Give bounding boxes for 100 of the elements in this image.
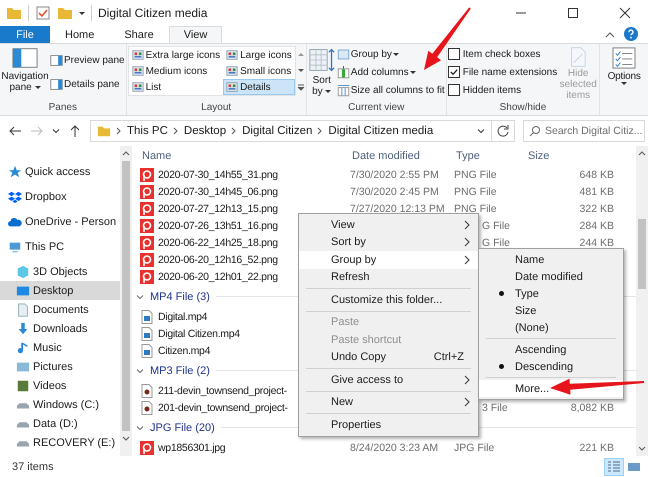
- details-pane-button[interactable]: Details pane: [50, 76, 120, 92]
- nav-item[interactable]: Pictures: [0, 357, 120, 376]
- details-view-button[interactable]: [604, 458, 624, 476]
- menu-item[interactable]: Customize this folder...: [299, 291, 478, 308]
- file-name[interactable]: 2020-07-30_14h55_31.png: [158, 168, 278, 180]
- sort-by-button[interactable]: Sort by: [308, 46, 336, 101]
- group-header[interactable]: MP3 File (2): [150, 364, 210, 376]
- checkbox[interactable]: [448, 66, 460, 78]
- caret-icon[interactable]: [79, 12, 85, 14]
- nav-item[interactable]: Quick access: [0, 162, 120, 181]
- menu-item[interactable]: Properties: [299, 416, 478, 434]
- checkbox[interactable]: [448, 84, 460, 96]
- file-name[interactable]: 2020-07-26_13h51_16.png: [158, 220, 278, 232]
- group-header[interactable]: JPG File (20): [150, 422, 215, 434]
- menu-item[interactable]: View: [299, 216, 478, 234]
- dropdown-icon[interactable]: [477, 127, 485, 135]
- menu-item[interactable]: Refresh: [299, 268, 478, 286]
- nav-item[interactable]: Documents: [0, 300, 120, 319]
- navigation-pane-button[interactable]: Navigation pane: [1, 46, 49, 101]
- file-name[interactable]: Citizen.mp4: [158, 344, 210, 356]
- collapse-icon[interactable]: [136, 292, 144, 300]
- refresh-button[interactable]: [491, 120, 515, 142]
- ribbon-tab[interactable]: Share: [109, 26, 169, 43]
- address-field[interactable]: This PC Desktop Digital Citizen Digital Citizen media: [90, 120, 492, 142]
- file-tab[interactable]: File: [0, 26, 50, 43]
- size-columns-button[interactable]: Size all columns to fit: [336, 82, 445, 98]
- help-icon[interactable]: [624, 27, 638, 41]
- expand-icon[interactable]: [296, 84, 305, 92]
- add-columns-button[interactable]: Add columns: [336, 64, 416, 80]
- layout-option[interactable]: Details: [223, 79, 295, 95]
- file-name[interactable]: 211-devin_townsend_project-: [158, 384, 287, 396]
- ribbon-tab[interactable]: View: [168, 26, 222, 43]
- group-header[interactable]: MP4 File (3): [150, 290, 210, 302]
- column-header[interactable]: Name: [142, 150, 172, 162]
- scrollbar-thumb[interactable]: [638, 219, 646, 289]
- menu-item[interactable]: (None): [479, 319, 623, 336]
- scroll-up-icon[interactable]: [122, 149, 130, 157]
- menu-item[interactable]: Undo Copy Ctrl+Z: [299, 348, 478, 366]
- scrollbar[interactable]: [636, 146, 648, 456]
- collapse-icon[interactable]: [136, 366, 144, 374]
- breadcrumb-item[interactable]: This PC: [127, 125, 168, 137]
- nav-item[interactable]: Videos: [0, 376, 120, 395]
- column-header[interactable]: Type: [456, 150, 480, 162]
- layout-option[interactable]: Large icons: [223, 47, 295, 63]
- breadcrumb-item[interactable]: Desktop: [184, 125, 226, 137]
- nav-item[interactable]: Data (D:): [0, 414, 120, 433]
- properties-icon[interactable]: [35, 5, 51, 21]
- menu-item[interactable]: Type: [479, 285, 623, 302]
- up-icon[interactable]: [68, 124, 82, 138]
- scrollbar[interactable]: [120, 146, 132, 456]
- collapse-icon[interactable]: [136, 424, 144, 432]
- nav-item[interactable]: 3D Objects: [0, 262, 120, 281]
- nav-item[interactable]: OneDrive - Person: [0, 212, 120, 231]
- scroll-down-icon[interactable]: [638, 445, 646, 453]
- file-name[interactable]: wp1856301.jpg: [158, 442, 226, 454]
- recent-locations-icon[interactable]: [52, 127, 60, 135]
- layout-option[interactable]: Small icons: [223, 63, 295, 79]
- scrollbar-thumb[interactable]: [122, 161, 130, 431]
- nav-item[interactable]: RECOVERY (E:): [0, 433, 120, 452]
- preview-pane-button[interactable]: Preview pane: [50, 52, 125, 68]
- menu-item[interactable]: Date modified: [479, 268, 623, 285]
- menu-item[interactable]: Descending: [479, 358, 623, 375]
- menu-item[interactable]: Name: [479, 251, 623, 268]
- menu-item[interactable]: Group by: [299, 251, 478, 268]
- nav-item[interactable]: Windows (C:): [0, 395, 120, 414]
- file-name[interactable]: 2020-06-22_14h25_18.png: [158, 236, 278, 248]
- scroll-down-icon[interactable]: [296, 66, 305, 75]
- scroll-up-icon[interactable]: [638, 149, 646, 157]
- nav-item[interactable]: This PC: [0, 237, 120, 256]
- checkbox[interactable]: [448, 48, 460, 60]
- menu-item[interactable]: Size: [479, 302, 623, 319]
- group-by-button[interactable]: Group by: [336, 46, 399, 62]
- nav-item[interactable]: Music: [0, 338, 120, 357]
- layout-option[interactable]: Extra large icons: [128, 47, 224, 63]
- column-header[interactable]: Date modified: [352, 150, 420, 162]
- menu-item[interactable]: Sort by: [299, 234, 478, 251]
- back-icon[interactable]: [8, 124, 22, 138]
- search-field[interactable]: Search Digital Citiz...: [523, 120, 645, 142]
- breadcrumb-item[interactable]: Digital Citizen: [242, 125, 312, 137]
- menu-item[interactable]: New: [299, 394, 478, 411]
- layout-option[interactable]: List: [128, 79, 224, 95]
- options-button[interactable]: Options: [604, 46, 644, 101]
- breadcrumb-item[interactable]: Digital Citizen media: [328, 125, 434, 137]
- ribbon-tab[interactable]: Home: [50, 26, 110, 43]
- menu-item[interactable]: Ascending: [479, 341, 623, 358]
- scroll-down-icon[interactable]: [122, 435, 130, 443]
- file-name[interactable]: 201-devin_townsend_project-: [158, 402, 288, 414]
- chevron-icon: [231, 127, 238, 135]
- layout-option[interactable]: Medium icons: [128, 63, 224, 79]
- nav-item[interactable]: Downloads: [0, 319, 120, 338]
- nav-item[interactable]: Dropbox: [0, 187, 120, 206]
- file-name[interactable]: 2020-07-30_14h45_06.png: [158, 186, 278, 198]
- nav-item[interactable]: Desktop: [0, 281, 120, 300]
- file-name[interactable]: 2020-07-27_12h13_15.png: [158, 202, 278, 214]
- file-name[interactable]: Digital.mp4: [158, 310, 208, 322]
- column-header[interactable]: Size: [528, 150, 550, 162]
- file-name[interactable]: 2020-06-20_12h16_52.png: [158, 254, 278, 266]
- file-name[interactable]: Digital Citizen.mp4: [158, 328, 240, 340]
- file-name[interactable]: 2020-06-20_12h01_22.png: [158, 270, 278, 282]
- menu-item[interactable]: Give access to: [299, 371, 478, 388]
